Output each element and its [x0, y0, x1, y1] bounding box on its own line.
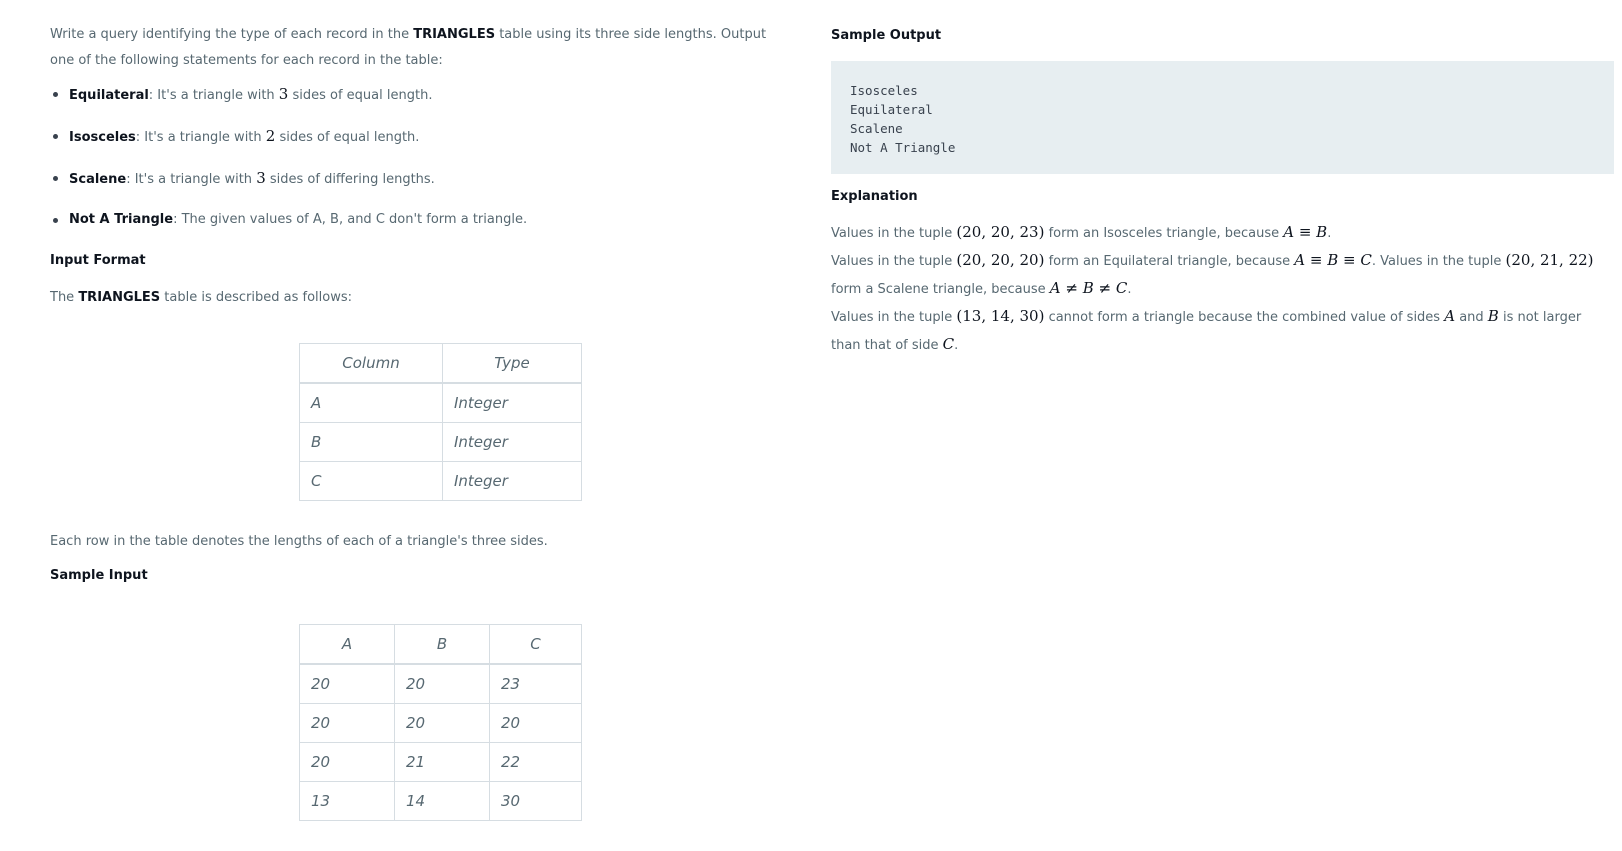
triangle-types-list: Equilateral: It's a triangle with 3 side… [50, 84, 790, 230]
output-line: Not A Triangle [850, 140, 956, 155]
column-header: Column [299, 343, 443, 384]
table-row: 20 20 20 [299, 703, 582, 743]
intro-paragraph: Write a query identifying the type of ea… [50, 27, 767, 68]
sample-input-heading: Sample Input [50, 568, 148, 583]
problem-statement: Write a query identifying the type of ea… [50, 22, 790, 250]
output-line: Isosceles [850, 83, 918, 98]
explanation-line: Values in the tuple (20, 20, 20) form an… [831, 251, 1594, 297]
bullet-icon [53, 218, 58, 223]
explanation-line: Values in the tuple (13, 14, 30) cannot … [831, 307, 1582, 353]
table-row: C Integer [299, 461, 582, 501]
bullet-icon [53, 92, 58, 97]
explanation-heading: Explanation [831, 189, 918, 204]
explanation-line: Values in the tuple (20, 20, 23) form an… [831, 223, 1332, 241]
table-header-row: Column Type [299, 343, 582, 384]
list-item: Not A Triangle: The given values of A, B… [50, 210, 790, 230]
table-row: B Integer [299, 422, 582, 462]
table-row: A Integer [299, 382, 582, 423]
list-item: Isosceles: It's a triangle with 2 sides … [50, 126, 790, 148]
column-header: C [489, 624, 582, 665]
bullet-icon [53, 176, 58, 181]
output-line: Scalene [850, 121, 903, 136]
table-row: 13 14 30 [299, 781, 582, 821]
explanation-body: Values in the tuple (20, 20, 23) form an… [831, 219, 1613, 359]
column-header: B [394, 624, 490, 665]
bullet-icon [53, 134, 58, 139]
schema-table: Column Type A Integer B Integer C Integer [299, 343, 582, 501]
table-header-row: A B C [299, 624, 582, 665]
list-item: Equilateral: It's a triangle with 3 side… [50, 84, 790, 106]
output-line: Equilateral [850, 102, 933, 117]
sample-input-table: A B C 20 20 23 20 20 20 20 21 22 13 14 30 [299, 624, 582, 821]
input-format-description: The TRIANGLES table is described as foll… [50, 290, 353, 305]
table-row: 20 20 23 [299, 663, 582, 704]
list-item: Scalene: It's a triangle with 3 sides of… [50, 168, 790, 190]
table-name: TRIANGLES [413, 27, 496, 42]
table-row: 20 21 22 [299, 742, 582, 782]
sample-output-heading: Sample Output [831, 28, 942, 43]
column-header: Type [442, 343, 582, 384]
column-header: A [299, 624, 395, 665]
row-note: Each row in the table denotes the length… [50, 534, 548, 549]
sample-output-block: Isosceles Equilateral Scalene Not A Triangl… [831, 61, 1614, 174]
input-format-heading: Input Format [50, 253, 146, 268]
